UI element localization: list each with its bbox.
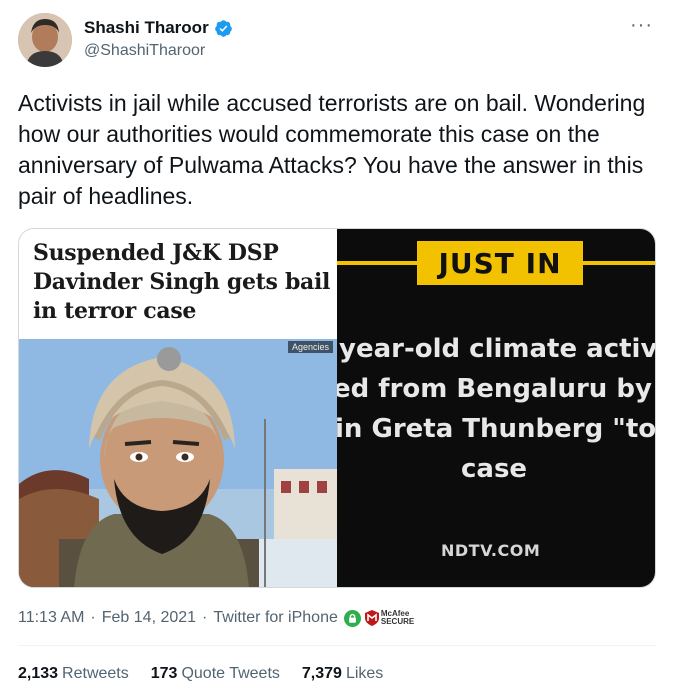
divider	[18, 645, 656, 646]
source-watermark: NDTV.COM	[441, 541, 541, 560]
tweet-media[interactable]: Suspended J&K DSP Davinder Singh gets ba…	[18, 228, 656, 588]
officer-photo	[19, 339, 337, 587]
ticker-line: case	[461, 454, 528, 484]
author-name[interactable]: Shashi Tharoor	[84, 18, 209, 38]
media-right-image[interactable]: JUST IN year-old climate activ ed from B…	[337, 229, 655, 587]
tweet-text: Activists in jail while accused terroris…	[18, 90, 646, 209]
tweet-date[interactable]: Feb 14, 2021	[102, 609, 196, 627]
tweet-time[interactable]: 11:13 AM	[18, 609, 84, 627]
avatar[interactable]	[18, 13, 72, 67]
verified-badge-icon	[214, 19, 233, 38]
news-ticker-text: year-old climate activ ed from Bengaluru…	[337, 329, 655, 489]
tweet-client[interactable]: Twitter for iPhone	[213, 609, 338, 627]
engagement-stats: 2,133 Retweets 173 Quote Tweets 7,379 Likes	[18, 665, 383, 683]
meta-separator: ·	[202, 609, 208, 626]
headline-left: Suspended J&K DSP Davinder Singh gets ba…	[33, 240, 331, 324]
retweets-label: Retweets	[62, 665, 129, 682]
ticker-line: year-old climate activ	[339, 334, 655, 364]
just-in-banner: JUST IN	[417, 241, 583, 285]
author-handle[interactable]: @ShashiTharoor	[84, 42, 205, 60]
lock-icon	[343, 609, 361, 627]
mcafee-shield-icon	[364, 610, 379, 626]
ticker-line: in Greta Thunberg "to	[337, 414, 655, 444]
mcafee-secure-badge[interactable]: McAfee SECURE	[364, 610, 415, 626]
likes-stat[interactable]: 7,379 Likes	[302, 665, 383, 683]
tweet-card: Shashi Tharoor @ShashiTharoor ··· Activi…	[0, 0, 675, 699]
quote-tweets-stat[interactable]: 173 Quote Tweets	[151, 665, 280, 683]
retweets-stat[interactable]: 2,133 Retweets	[18, 665, 129, 683]
retweets-count: 2,133	[18, 665, 59, 682]
likes-label: Likes	[345, 665, 384, 682]
officer-photo-drawing	[19, 339, 337, 587]
ticker-line: ed from Bengaluru by	[337, 374, 652, 404]
photo-credit-tag: Agencies	[287, 341, 333, 353]
mcafee-secure-label: SECURE	[380, 617, 415, 626]
quotes-label: Quote Tweets	[181, 665, 280, 682]
media-left-image[interactable]: Suspended J&K DSP Davinder Singh gets ba…	[19, 229, 337, 587]
tweet-meta: 11:13 AM · Feb 14, 2021 · Twitter for iP…	[18, 609, 414, 627]
likes-count: 7,379	[301, 665, 342, 682]
meta-separator: ·	[90, 609, 96, 626]
quotes-count: 173	[150, 665, 178, 682]
avatar-portrait	[18, 13, 72, 67]
more-dots-icon[interactable]: ···	[630, 14, 653, 37]
